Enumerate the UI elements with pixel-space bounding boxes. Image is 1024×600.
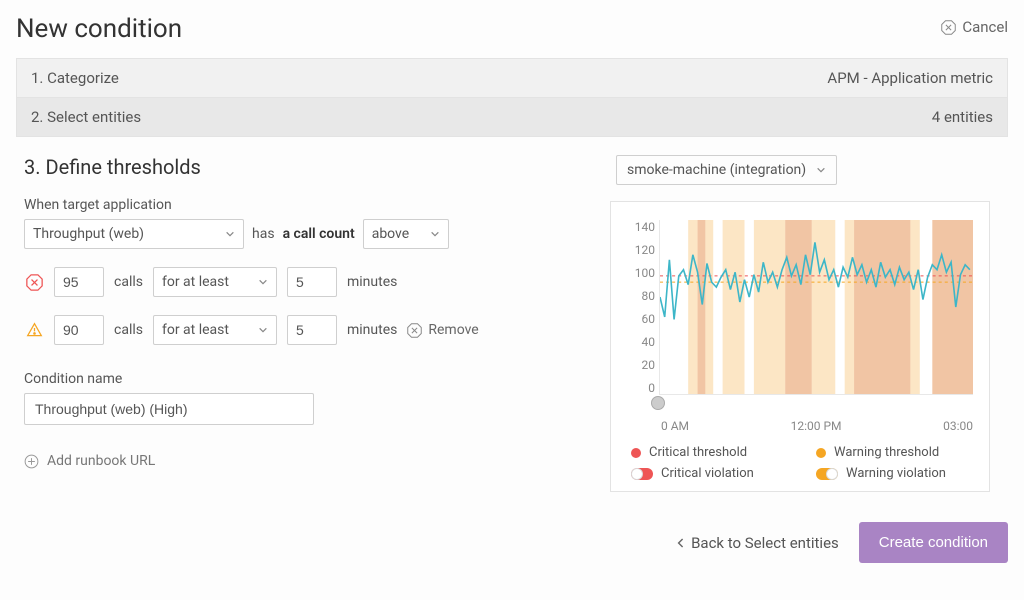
y-tick: 20 [642, 358, 656, 372]
warning-threshold-row: calls for at least minutes Remove [24, 315, 586, 345]
y-tick: 120 [635, 243, 655, 257]
dot-icon [631, 448, 641, 458]
direction-select-value: above [372, 226, 409, 242]
chevron-left-icon [677, 537, 685, 549]
legend-label: Critical threshold [649, 445, 747, 460]
y-tick: 100 [635, 266, 655, 280]
warning-window-value: for at least [162, 322, 229, 338]
entity-picker[interactable]: smoke-machine (integration) [616, 155, 837, 185]
chart-plot[interactable] [659, 220, 973, 395]
y-tick: 0 [648, 381, 655, 395]
calls-label: calls [114, 274, 143, 290]
critical-window-value: for at least [162, 274, 229, 290]
legend-label: Critical violation [661, 466, 754, 481]
cancel-label: Cancel [962, 18, 1008, 36]
step-1-bar[interactable]: 1. Categorize APM - Application metric [16, 58, 1008, 98]
dot-icon [816, 448, 826, 458]
critical-window-select[interactable]: for at least [153, 267, 277, 297]
legend-label: Warning violation [846, 466, 946, 481]
remove-label: Remove [428, 322, 478, 338]
chart-card: 140 120 100 80 60 40 20 0 0 AM 12:00 PM 03:00 Cri… [610, 201, 990, 492]
back-label: Back to Select entities [691, 534, 839, 552]
metric-select-value: Throughput (web) [33, 226, 144, 242]
section-title: 3. Define thresholds [24, 155, 586, 179]
legend-warning-violation[interactable]: Warning violation [816, 466, 973, 481]
create-condition-button[interactable]: Create condition [859, 522, 1008, 563]
back-button[interactable]: Back to Select entities [677, 534, 839, 552]
step-2-summary: 4 entities [932, 108, 993, 126]
step-2-label: 2. Select entities [31, 108, 141, 126]
legend-critical-threshold: Critical threshold [631, 445, 788, 460]
legend-critical-violation[interactable]: Critical violation [631, 466, 788, 481]
minutes-label: minutes [347, 322, 397, 338]
x-tick: 12:00 PM [791, 419, 842, 433]
critical-minutes-input[interactable] [287, 267, 337, 297]
chevron-down-icon [430, 229, 440, 239]
chart-x-axis: 0 AM 12:00 PM 03:00 [631, 419, 973, 433]
step-1-summary: APM - Application metric [827, 69, 993, 87]
step-1-label: 1. Categorize [31, 69, 119, 87]
critical-icon [26, 274, 43, 291]
critical-threshold-row: calls for at least minutes [24, 267, 586, 297]
toggle-icon[interactable] [816, 468, 838, 480]
has-text: has [252, 226, 275, 242]
cancel-button[interactable]: Cancel [941, 18, 1008, 36]
time-slider-knob[interactable] [651, 396, 665, 410]
y-tick: 40 [642, 335, 656, 349]
chart-svg [660, 220, 973, 394]
chevron-down-icon [225, 229, 235, 239]
chevron-down-icon [258, 325, 268, 335]
warning-minutes-input[interactable] [287, 315, 337, 345]
add-runbook-label: Add runbook URL [47, 453, 155, 469]
remove-warning-button[interactable]: Remove [407, 322, 478, 338]
metric-select[interactable]: Throughput (web) [24, 219, 244, 249]
y-tick: 80 [642, 289, 656, 303]
critical-value-input[interactable] [54, 267, 104, 297]
condition-name-label: Condition name [24, 371, 586, 387]
legend-label: Warning threshold [834, 445, 939, 460]
y-tick: 140 [635, 220, 655, 234]
plus-circle-icon [24, 454, 39, 469]
x-tick: 03:00 [943, 419, 973, 433]
when-label: When target application [24, 197, 586, 213]
direction-select[interactable]: above [363, 219, 449, 249]
call-count-text: a call count [283, 226, 355, 242]
page-title: New condition [16, 14, 182, 44]
step-2-bar[interactable]: 2. Select entities 4 entities [16, 98, 1008, 137]
chevron-down-icon [258, 277, 268, 287]
warning-icon [26, 322, 43, 339]
warning-window-select[interactable]: for at least [153, 315, 277, 345]
close-icon [407, 323, 422, 338]
condition-name-input[interactable] [24, 393, 314, 425]
chart-legend: Critical threshold Warning threshold Cri… [631, 445, 973, 481]
toggle-icon[interactable] [631, 468, 653, 480]
y-tick: 60 [642, 312, 656, 326]
entity-picker-value: smoke-machine (integration) [627, 162, 806, 178]
close-icon [941, 20, 956, 35]
minutes-label: minutes [347, 274, 397, 290]
legend-warning-threshold: Warning threshold [816, 445, 973, 460]
chart-y-axis: 140 120 100 80 60 40 20 0 [631, 220, 659, 395]
chevron-down-icon [816, 165, 826, 175]
add-runbook-button[interactable]: Add runbook URL [24, 453, 155, 469]
calls-label: calls [114, 322, 143, 338]
x-tick: 0 AM [661, 419, 689, 433]
warning-value-input[interactable] [54, 315, 104, 345]
